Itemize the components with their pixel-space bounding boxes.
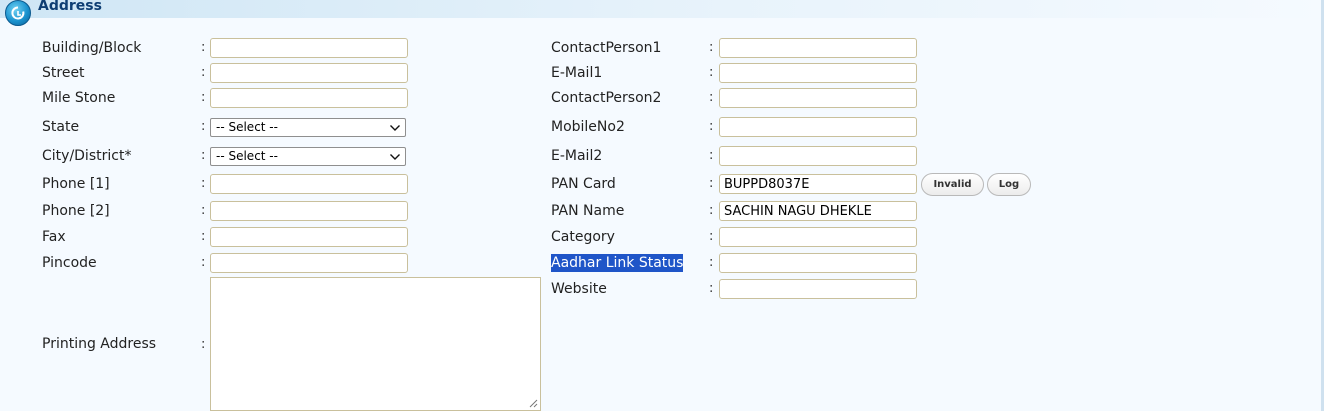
colon: : [709,229,714,244]
mile-stone-input[interactable] [210,88,408,108]
chevron-down-icon [390,125,400,131]
section-header [0,0,1324,18]
email-1-input[interactable] [719,63,917,83]
printing-address-label: Printing Address [42,336,157,352]
colon: : [201,337,206,352]
aadhar-link-status-label: Aadhar Link Status [551,254,684,272]
resize-grip-icon[interactable] [529,399,538,408]
fax-label: Fax [42,229,66,245]
email-2-label: E-Mail2 [551,148,603,164]
phone-1-input[interactable] [210,174,408,194]
pan-log-button[interactable]: Log [987,173,1031,196]
colon: : [201,40,206,55]
pan-invalid-button[interactable]: Invalid [921,173,984,196]
state-select[interactable]: -- Select -- [210,118,406,137]
street-input[interactable] [210,63,408,83]
phone-2-label: Phone [2] [42,203,110,219]
pan-name-input[interactable] [719,201,917,221]
city-district-select[interactable]: -- Select -- [210,147,406,166]
pincode-input[interactable] [210,253,408,273]
colon: : [709,65,714,80]
colon: : [201,65,206,80]
colon: : [201,229,206,244]
city-district-select-value: -- Select -- [216,149,278,163]
colon: : [709,90,714,105]
contact-person-2-label: ContactPerson2 [551,90,662,106]
contact-person-1-label: ContactPerson1 [551,40,662,56]
mobile-no-2-input[interactable] [719,117,917,137]
state-select-value: -- Select -- [216,120,278,134]
pan-card-input[interactable] [719,174,917,194]
section-title: Address [38,0,102,14]
colon: : [201,119,206,134]
chevron-down-icon [390,154,400,160]
city-district-label: City/District* [42,148,132,164]
pan-card-label: PAN Card [551,176,616,192]
building-block-input[interactable] [210,38,408,58]
street-label: Street [42,65,85,81]
contact-person-2-input[interactable] [719,88,917,108]
mile-stone-label: Mile Stone [42,90,116,106]
state-label: State [42,119,80,135]
refresh-circle-icon [5,0,31,26]
phone-2-input[interactable] [210,201,408,221]
colon: : [709,203,714,218]
website-input[interactable] [719,279,917,299]
printing-address-textarea[interactable] [210,277,541,411]
mobile-no-2-label: MobileNo2 [551,119,625,135]
phone-1-label: Phone [1] [42,176,110,192]
colon: : [709,40,714,55]
pincode-label: Pincode [42,255,97,271]
colon: : [709,255,714,270]
colon: : [709,176,714,191]
colon: : [201,255,206,270]
colon: : [201,148,206,163]
category-label: Category [551,229,615,245]
colon: : [201,176,206,191]
fax-input[interactable] [210,227,408,247]
colon: : [201,90,206,105]
colon: : [201,203,206,218]
contact-person-1-input[interactable] [719,38,917,58]
colon: : [709,148,714,163]
building-block-label: Building/Block [42,40,142,56]
email-2-input[interactable] [719,146,917,166]
aadhar-link-status-input[interactable] [719,253,917,273]
category-input[interactable] [719,227,917,247]
colon: : [709,119,714,134]
website-label: Website [551,281,607,297]
email-1-label: E-Mail1 [551,65,603,81]
colon: : [709,281,714,296]
pan-name-label: PAN Name [551,203,625,219]
